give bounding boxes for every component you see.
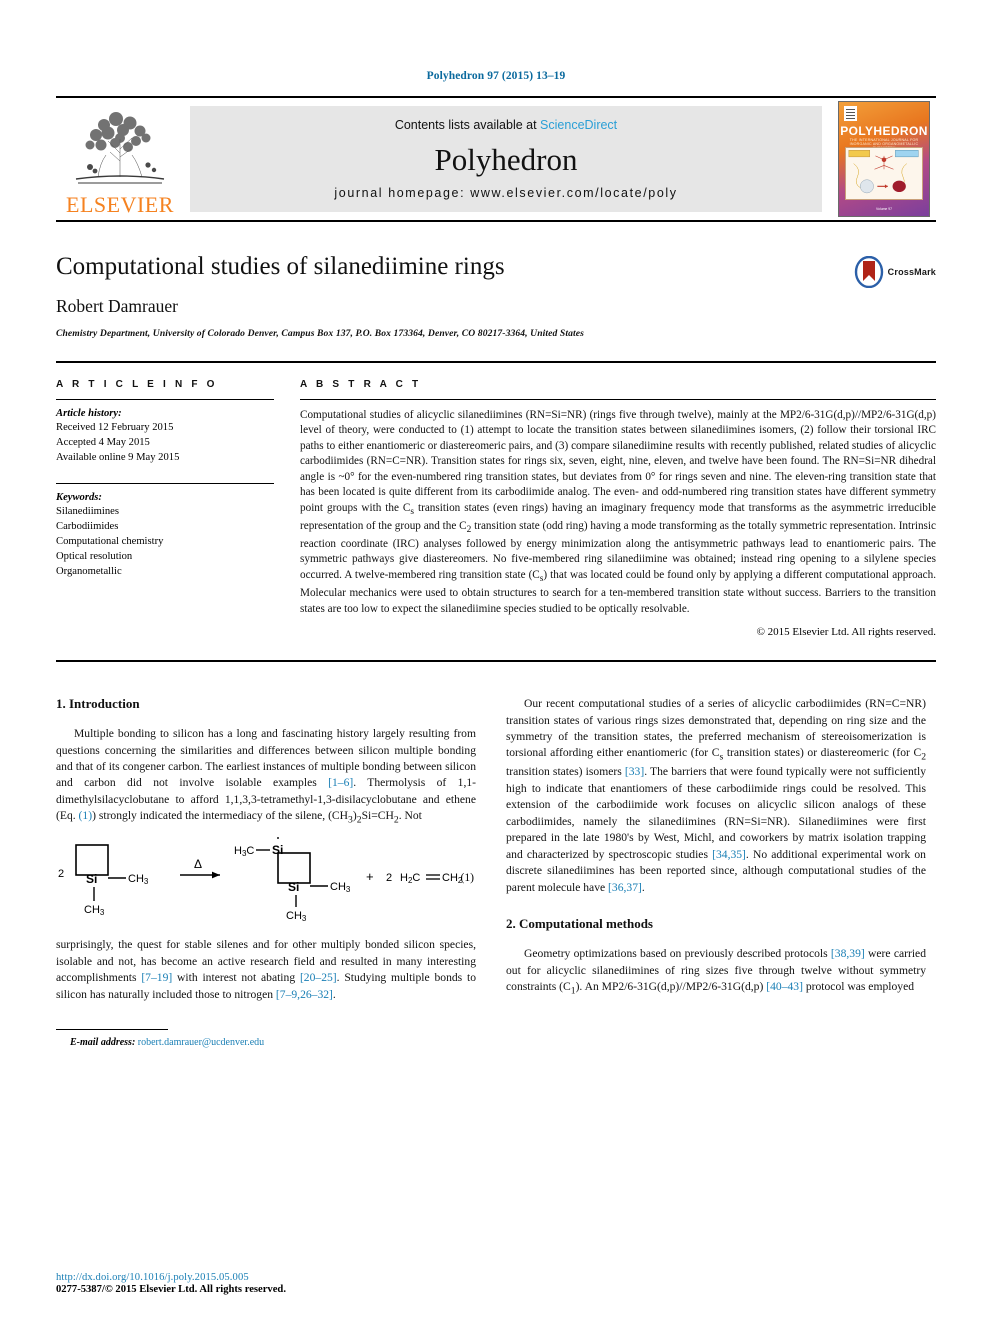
citation-33[interactable]: [33] <box>625 765 644 778</box>
keyword-item: Optical resolution <box>56 550 133 562</box>
abstract-column: A B S T R A C T Computational studies of… <box>300 378 936 639</box>
footnote-divider <box>56 1029 168 1031</box>
svg-text:CH3: CH3 <box>330 881 351 894</box>
abstract-text: Computational studies of alicyclic silan… <box>300 408 936 615</box>
keyword-item: Carbodiimides <box>56 520 119 532</box>
citation-38-39[interactable]: [38,39] <box>831 947 865 960</box>
section-1-heading: 1. Introduction <box>56 696 140 712</box>
right-paragraph-1: Our recent computational studies of a se… <box>506 696 926 896</box>
equation-link[interactable]: (1) <box>79 809 93 822</box>
title-block: Computational studies of silanediimine r… <box>56 252 936 339</box>
citation-1-6[interactable]: [1–6] <box>328 776 353 789</box>
sciencedirect-banner: Contents lists available at ScienceDirec… <box>190 106 822 212</box>
history-received: Received 12 February 2015 <box>56 421 174 433</box>
cover-elsevier-mark <box>844 106 857 121</box>
page-title: Computational studies of silanediimine r… <box>56 253 505 280</box>
keywords-divider <box>56 482 274 484</box>
svg-text:CH3: CH3 <box>128 873 149 886</box>
scheme-stoich-left: 2 <box>58 868 64 880</box>
intro2-text-b: with interest not abating <box>172 971 300 985</box>
sciencedirect-link[interactable]: ScienceDirect <box>540 118 617 132</box>
intro-paragraph-1: Multiple bonding to silicon has a long a… <box>56 726 476 827</box>
running-head: Polyhedron 97 (2015) 13–19 <box>426 70 566 82</box>
svg-text:H2C: H2C <box>400 872 420 885</box>
svg-text:Δ: Δ <box>194 857 202 871</box>
journal-title: Polyhedron <box>434 141 578 177</box>
footnote-email: E-mail address: robert.damrauer@ucdenver… <box>56 1037 476 1048</box>
info-abstract-row: A R T I C L E I N F O Article history: R… <box>56 378 936 639</box>
article-page: Polyhedron 97 (2015) 13–19 ELSEVIER Cont… <box>0 0 992 1323</box>
citation-7-9-26-32[interactable]: [7–9,26–32] <box>276 988 333 1001</box>
crossmark-icon <box>854 256 883 288</box>
history-accepted: Accepted 4 May 2015 <box>56 436 150 448</box>
doi-link[interactable]: http://dx.doi.org/10.1016/j.poly.2015.05… <box>56 1272 476 1283</box>
email-link[interactable]: robert.damrauer@ucdenver.edu <box>138 1037 264 1048</box>
scheme-graphic: 2 Si CH3 CH3 Δ H3C Si Si CH3 CH3 + 2 H2C… <box>58 820 463 923</box>
crossmark-label: CrossMark <box>887 267 936 277</box>
elsevier-wordmark: ELSEVIER <box>66 192 174 217</box>
article-history-label: Article history: <box>56 407 122 419</box>
info-divider <box>56 398 274 400</box>
contents-prefix: Contents lists available at <box>394 118 541 132</box>
article-info-heading: A R T I C L E I N F O <box>56 378 218 390</box>
intro-text-c: ) strongly indicated the intermediacy of… <box>92 809 422 826</box>
abstract-divider <box>300 398 936 400</box>
page-footer: http://dx.doi.org/10.1016/j.poly.2015.05… <box>56 1272 476 1295</box>
svg-text:Si: Si <box>288 880 299 894</box>
keywords-label: Keywords: <box>56 491 102 503</box>
meta-divider <box>56 360 936 363</box>
cover-art-graphic <box>848 150 919 194</box>
article-info-column: A R T I C L E I N F O Article history: R… <box>56 379 274 639</box>
citation-20-25[interactable]: [20–25] <box>300 971 337 984</box>
elsevier-tree-icon <box>75 111 165 184</box>
body-columns: 1. Introduction Multiple bonding to sili… <box>56 696 936 1048</box>
intro-paragraph-2: surprisingly, the quest for stable silen… <box>56 937 476 1003</box>
body-column-left: 1. Introduction Multiple bonding to sili… <box>56 696 476 1048</box>
svg-text:+: + <box>366 869 374 884</box>
body-column-right: Our recent computational studies of a se… <box>506 696 926 1048</box>
svg-text:CH3: CH3 <box>84 904 105 917</box>
abstract-copyright: © 2015 Elsevier Ltd. All rights reserved… <box>756 626 936 639</box>
svg-text:2: 2 <box>386 872 392 884</box>
elsevier-logo: ELSEVIER <box>56 98 184 220</box>
citation-7-19[interactable]: [7–19] <box>141 971 172 984</box>
intro2-text-d: . <box>332 987 336 1001</box>
author-affiliation: Chemistry Department, University of Colo… <box>56 327 584 339</box>
keywords-block: Keywords: Silanediimines Carbodiimides C… <box>56 482 274 579</box>
equation-number: (1) <box>460 871 474 885</box>
author-name: Robert Damrauer <box>56 295 178 316</box>
keyword-item: Organometallic <box>56 565 122 577</box>
reaction-scheme-eq1: 2 Si CH3 CH3 Δ H3C Si Si CH3 CH3 + 2 H2C… <box>56 820 476 929</box>
keyword-item: Silanediimines <box>56 505 119 517</box>
right2-text-a: Geometry optimizations based on previous… <box>524 947 831 961</box>
cover-artwork <box>845 147 923 200</box>
right1-text-b: . The barriers that were found typically… <box>506 765 926 861</box>
right1-text-d: . <box>641 880 645 894</box>
section-2-heading: 2. Computational methods <box>506 916 653 932</box>
abstract-heading: A B S T R A C T <box>300 378 422 390</box>
abstract-bottom-divider <box>56 660 936 663</box>
svg-text:CH3: CH3 <box>286 910 307 923</box>
keyword-item: Computational chemistry <box>56 535 164 547</box>
footnote-label: E-mail address: <box>70 1037 136 1049</box>
journal-homepage[interactable]: journal homepage: www.elsevier.com/locat… <box>334 186 677 200</box>
cover-title: POLYHEDRON <box>840 124 928 138</box>
crossmark-badge[interactable]: CrossMark <box>854 256 936 288</box>
right2-text-c: protocol was employed <box>802 980 915 993</box>
citation-34-35[interactable]: [34,35] <box>712 848 746 861</box>
citation-36-37[interactable]: [36,37] <box>608 881 642 894</box>
journal-cover-block: POLYHEDRON THE INTERNATIONAL JOURNAL FOR… <box>832 98 936 220</box>
cover-footer: Volume 97 <box>875 207 893 211</box>
journal-masthead: ELSEVIER Contents lists available at Sci… <box>56 96 936 222</box>
contents-line: Contents lists available at ScienceDirec… <box>395 118 617 132</box>
issn-copyright: 0277-5387/© 2015 Elsevier Ltd. All right… <box>56 1284 286 1295</box>
right-paragraph-2: Geometry optimizations based on previous… <box>506 946 926 998</box>
journal-cover-thumbnail: POLYHEDRON THE INTERNATIONAL JOURNAL FOR… <box>838 101 930 217</box>
history-online: Available online 9 May 2015 <box>56 451 180 463</box>
svg-text:H3C: H3C <box>234 845 254 858</box>
svg-text:Si: Si <box>86 872 97 886</box>
citation-40-43[interactable]: [40–43] <box>766 980 803 993</box>
